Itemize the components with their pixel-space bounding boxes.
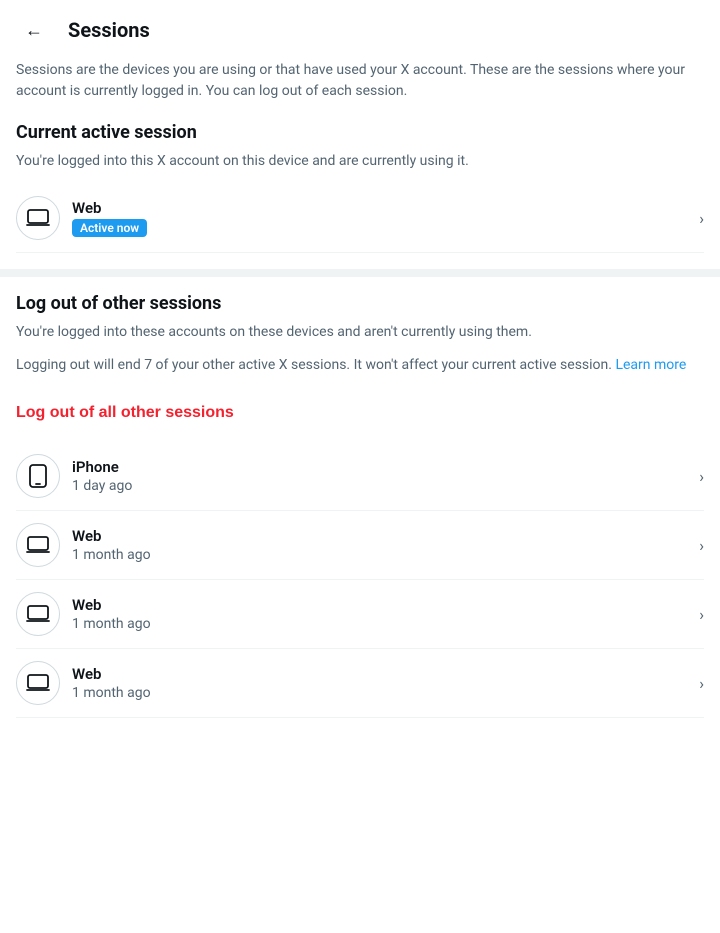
other-sessions-section: Log out of other sessions You're logged … bbox=[16, 293, 704, 718]
chevron-icon-web1: › bbox=[699, 536, 704, 555]
back-arrow-icon: ← bbox=[25, 20, 43, 41]
warning-text: Logging out will end 7 of your other act… bbox=[16, 355, 704, 376]
current-session-desc: You're logged into this X account on thi… bbox=[16, 151, 704, 172]
session-info-web2: Web 1 month ago bbox=[72, 596, 699, 632]
session-info-web1: Web 1 month ago bbox=[72, 527, 699, 563]
session-item-iphone[interactable]: iPhone 1 day ago › bbox=[16, 442, 704, 511]
session-info-iphone: iPhone 1 day ago bbox=[72, 458, 699, 494]
chevron-icon-web3: › bbox=[699, 674, 704, 693]
current-session-info: Web Active now bbox=[72, 199, 699, 237]
header: ← Sessions bbox=[16, 12, 704, 48]
laptop-icon-web1 bbox=[26, 533, 50, 557]
device-icon-wrap-iphone bbox=[16, 454, 60, 498]
session-item-web1[interactable]: Web 1 month ago › bbox=[16, 511, 704, 580]
device-icon-wrap-web3 bbox=[16, 661, 60, 705]
session-info-web3: Web 1 month ago bbox=[72, 665, 699, 701]
other-sessions-list: iPhone 1 day ago › Web 1 month ago › bbox=[16, 442, 704, 718]
session-item-web3[interactable]: Web 1 month ago › bbox=[16, 649, 704, 718]
current-session-title: Current active session bbox=[16, 122, 704, 143]
session-time-web1: 1 month ago bbox=[72, 547, 699, 563]
session-name-web2: Web bbox=[72, 596, 699, 614]
chevron-icon-web2: › bbox=[699, 605, 704, 624]
phone-icon bbox=[28, 464, 48, 488]
session-name-web3: Web bbox=[72, 665, 699, 683]
chevron-icon: › bbox=[699, 209, 704, 228]
page-title: Sessions bbox=[68, 18, 150, 42]
current-session-section: Current active session You're logged int… bbox=[16, 122, 704, 253]
warning-text-before: Logging out will end 7 of your other act… bbox=[16, 357, 615, 373]
device-icon-wrap-current bbox=[16, 196, 60, 240]
back-button[interactable]: ← bbox=[16, 12, 52, 48]
laptop-icon bbox=[26, 206, 50, 230]
session-time-web3: 1 month ago bbox=[72, 685, 699, 701]
other-sessions-desc: You're logged into these accounts on the… bbox=[16, 322, 704, 343]
session-time-iphone: 1 day ago bbox=[72, 478, 699, 494]
session-name-web1: Web bbox=[72, 527, 699, 545]
session-name-iphone: iPhone bbox=[72, 458, 699, 476]
page-description: Sessions are the devices you are using o… bbox=[16, 60, 704, 102]
page-container: ← Sessions Sessions are the devices you … bbox=[0, 0, 720, 730]
laptop-icon-web3 bbox=[26, 671, 50, 695]
logout-all-button[interactable]: Log out of all other sessions bbox=[16, 392, 234, 434]
section-divider bbox=[0, 269, 720, 277]
other-sessions-title: Log out of other sessions bbox=[16, 293, 704, 314]
session-time-web2: 1 month ago bbox=[72, 616, 699, 632]
current-session-item[interactable]: Web Active now › bbox=[16, 184, 704, 253]
current-session-name: Web bbox=[72, 199, 699, 217]
chevron-icon-iphone: › bbox=[699, 467, 704, 486]
laptop-icon-web2 bbox=[26, 602, 50, 626]
device-icon-wrap-web2 bbox=[16, 592, 60, 636]
session-item-web2[interactable]: Web 1 month ago › bbox=[16, 580, 704, 649]
active-badge: Active now bbox=[72, 219, 147, 237]
learn-more-link[interactable]: Learn more bbox=[615, 357, 686, 373]
device-icon-wrap-web1 bbox=[16, 523, 60, 567]
